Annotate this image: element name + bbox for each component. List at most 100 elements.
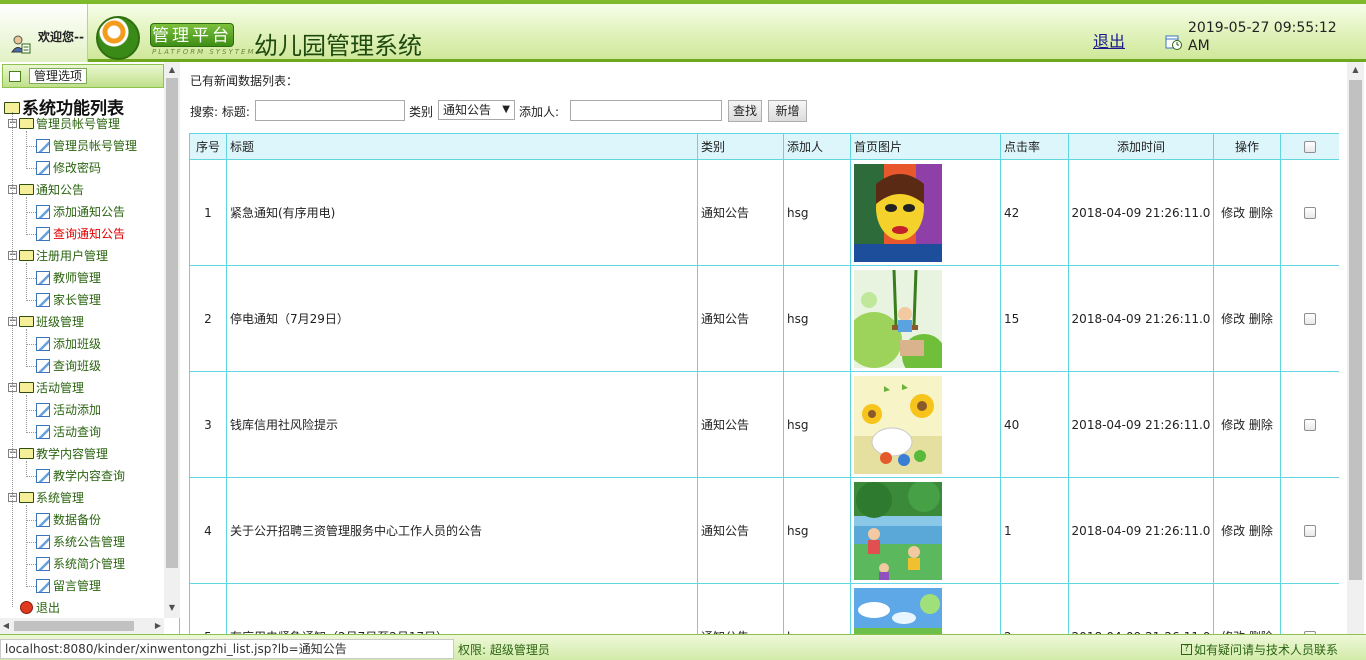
tree-leaf-link[interactable]: 查询班级 [36,357,101,375]
user-icon [11,35,31,54]
col-header-adder: 添加人 [783,133,851,160]
scroll-down-arrow-icon[interactable]: ▼ [164,602,180,614]
category-selected-value: 通知公告 [443,103,492,117]
cell-title: 钱库信用社风险提示 [226,371,698,478]
grid-icon [9,71,21,82]
edit-link[interactable]: 修改 [1221,524,1245,538]
tree-connector [26,520,36,521]
cell-actions: 修改 删除 [1213,265,1281,372]
sidebar-tab[interactable]: 管理选项 [2,64,164,88]
tree-category[interactable]: − 通知公告 [8,181,84,199]
scroll-thumb[interactable] [166,78,178,568]
add-button[interactable]: 新增 [768,100,807,122]
scroll-up-arrow-icon[interactable]: ▲ [164,64,180,76]
cell-clicks: 42 [1000,159,1069,266]
scroll-up-arrow-icon[interactable]: ▲ [1347,64,1364,76]
logo-icon [96,16,140,60]
logout-link[interactable]: 退出 [1093,28,1125,52]
row-checkbox[interactable] [1304,207,1316,219]
tree-leaf-link[interactable]: 数据备份 [36,511,101,529]
tree-leaf-link[interactable]: 活动查询 [36,423,101,441]
delete-link[interactable]: 删除 [1249,524,1273,538]
tree-leaf-link[interactable]: 查询通知公告 [36,225,125,243]
tree-leaf-link[interactable]: 添加班级 [36,335,101,353]
tree-connector [26,300,36,301]
adder-search-input[interactable] [570,100,722,121]
tree-leaf-link[interactable]: 添加通知公告 [36,203,125,221]
edit-link[interactable]: 修改 [1221,312,1245,326]
tree-leaf-label: 查询通知公告 [53,227,126,241]
cell-title: 关于公开招聘三资管理服务中心工作人员的公告 [226,477,698,584]
row-checkbox[interactable] [1304,525,1316,537]
cell-select [1280,583,1339,634]
tree-leaf-link[interactable]: 修改密码 [36,159,101,177]
tree-category[interactable]: − 管理员帐号管理 [8,115,120,133]
news-table-container: 序号 标题 类别 添加人 首页图片 点击率 添加时间 操作 1 紧急通知(有序用电… [189,133,1339,634]
delete-link[interactable]: 删除 [1249,312,1273,326]
scroll-right-arrow-icon[interactable]: ▶ [152,620,164,632]
category-select[interactable]: 通知公告 ▼ [438,100,515,120]
scroll-left-arrow-icon[interactable]: ◀ [0,620,12,632]
tree-connector [26,263,27,301]
app-header: 欢迎您-- 管理平台 PLATFORM SYSYTEM 幼儿园管理系统 退出 2… [0,0,1366,62]
cell-select [1280,265,1339,372]
cell-time: 2018-04-09 21:26:11.0 [1068,477,1214,584]
tree-category-label: 注册用户管理 [36,249,109,263]
tree-connector [26,344,36,345]
tree-leaf-label: 系统简介管理 [53,557,126,571]
tree-leaf-link[interactable]: 家长管理 [36,291,101,309]
tree-category[interactable]: − 注册用户管理 [8,247,108,265]
tree-connector [26,168,36,169]
main-vertical-scrollbar[interactable]: ▲ [1347,62,1364,634]
tree-leaf-label: 查询班级 [53,359,102,373]
folder-icon [19,118,34,129]
row-checkbox[interactable] [1304,313,1316,325]
tree-root[interactable]: 系统功能列表 [4,94,124,119]
tree-connector [26,366,36,367]
tree-leaf-label: 活动添加 [53,403,102,417]
search-button[interactable]: 查找 [728,100,762,122]
tree-category-label: 管理员帐号管理 [36,117,121,131]
tree-connector [26,505,27,587]
tree-leaf-link[interactable]: 教学内容查询 [36,467,125,485]
delete-link[interactable]: 删除 [1249,418,1273,432]
edit-link[interactable]: 修改 [1221,206,1245,220]
tree-leaf-link[interactable]: 管理员帐号管理 [36,137,137,155]
tree-category[interactable]: − 教学内容管理 [8,445,108,463]
select-all-checkbox[interactable] [1304,141,1316,153]
cell-category: 通知公告 [697,583,784,634]
tree-exit-link[interactable]: 退出 [20,599,60,617]
tree-leaf-label: 退出 [36,601,61,615]
row-checkbox[interactable] [1304,419,1316,431]
cell-category: 通知公告 [697,159,784,266]
sidebar-horizontal-scrollbar[interactable]: ◀ ▶ [0,618,164,634]
tree-leaf-link[interactable]: 系统公告管理 [36,533,125,551]
col-header-actions: 操作 [1213,133,1281,160]
tree-connector [26,476,36,477]
title-search-input[interactable] [255,100,405,121]
tree-category[interactable]: − 系统管理 [8,489,84,507]
tree-leaf-label: 修改密码 [53,161,102,175]
tree-leaf-link[interactable]: 留言管理 [36,577,101,595]
edit-link[interactable]: 修改 [1221,418,1245,432]
edit-doc-icon [36,358,50,373]
link-url-tooltip: localhost:8080/kinder/xinwentongzhi_list… [0,639,454,659]
tree-leaf-link[interactable]: 教师管理 [36,269,101,287]
scroll-thumb[interactable] [14,621,134,631]
tree-connector [26,131,27,169]
tree-category[interactable]: − 活动管理 [8,379,84,397]
platform-badge: 管理平台 [150,23,234,47]
tree-connector [26,461,27,477]
edit-doc-icon [36,402,50,417]
cell-clicks: 15 [1000,265,1069,372]
delete-link[interactable]: 删除 [1249,206,1273,220]
sidebar-vertical-scrollbar[interactable]: ▲ ▼ [164,62,180,618]
tree-leaf-link[interactable]: 系统简介管理 [36,555,125,573]
edit-doc-icon [36,138,50,153]
tree-leaf-link[interactable]: 活动添加 [36,401,101,419]
tree-category[interactable]: − 班级管理 [8,313,84,331]
welcome-text: 欢迎您-- [38,30,84,44]
tree-connector [26,212,36,213]
scroll-thumb[interactable] [1349,80,1362,580]
cell-actions: 修改 删除 [1213,583,1281,634]
